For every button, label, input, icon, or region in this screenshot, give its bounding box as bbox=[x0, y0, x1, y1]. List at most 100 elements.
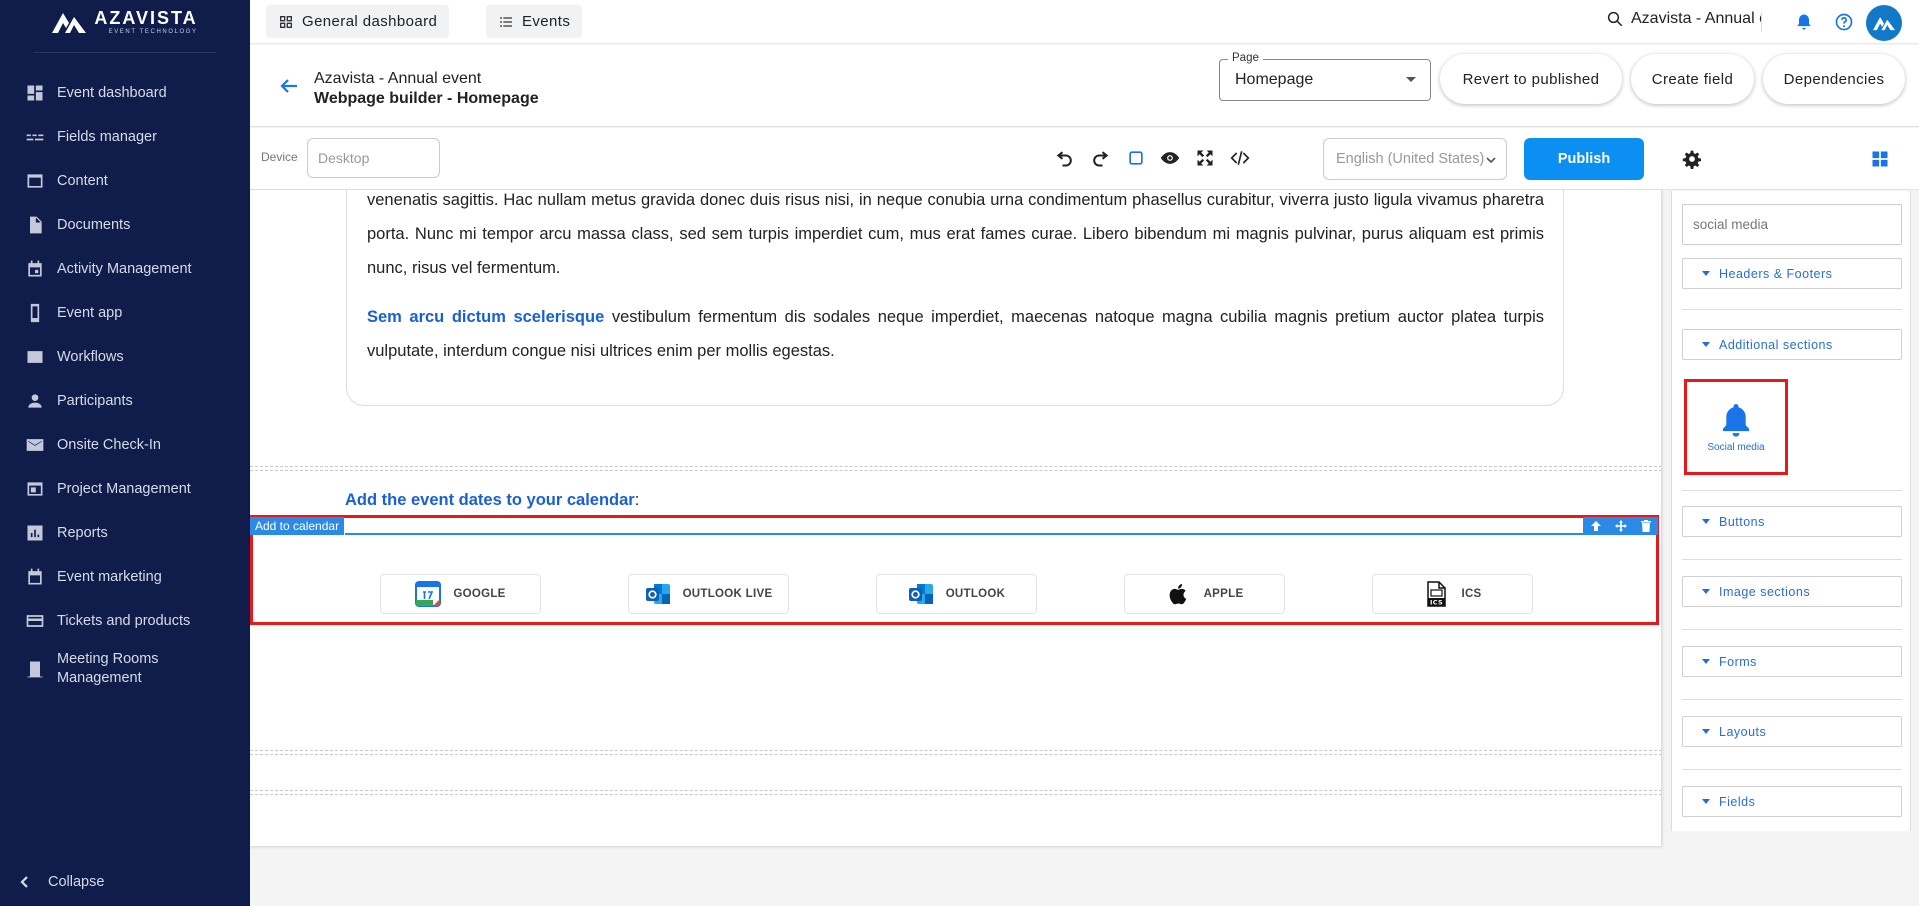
sidebar-item-project-management[interactable]: Project Management bbox=[0, 467, 250, 511]
user-avatar[interactable] bbox=[1866, 5, 1902, 41]
blocks-search-input[interactable] bbox=[1682, 204, 1902, 245]
apple-calendar-button[interactable]: APPLE bbox=[1124, 574, 1285, 614]
sidebar-item-meeting-rooms-management[interactable]: Meeting Rooms Management bbox=[0, 643, 250, 695]
undo-button[interactable] bbox=[1055, 148, 1075, 168]
highlighted-link-text[interactable]: Sem arcu dictum scelerisque bbox=[367, 308, 604, 326]
outlook-button[interactable]: OUTLOOK bbox=[876, 574, 1037, 614]
tab-events[interactable]: Events bbox=[486, 5, 583, 38]
sidebar-item-content[interactable]: Content bbox=[0, 159, 250, 203]
code-view-button[interactable] bbox=[1230, 148, 1250, 168]
collapse-sidebar-button[interactable]: Collapse bbox=[0, 858, 250, 906]
language-select[interactable]: English (United States) bbox=[1323, 138, 1507, 180]
sidebar-item-workflows[interactable]: Workflows bbox=[0, 335, 250, 379]
brand-logo[interactable]: AZAVISTA EVENT TECHNOLOGY bbox=[0, 0, 250, 44]
section-buttons[interactable]: Buttons bbox=[1682, 506, 1902, 537]
section-fields[interactable]: Fields bbox=[1682, 786, 1902, 817]
page-canvas[interactable]: venenatis sagittis. Hac nullam metus gra… bbox=[250, 190, 1662, 846]
sidebar-item-label: Onsite Check-In bbox=[57, 436, 161, 453]
settings-button[interactable] bbox=[1682, 149, 1702, 169]
builder-toolbar: Device English (United States) Publish bbox=[250, 128, 1919, 190]
create-field-button[interactable]: Create field bbox=[1631, 54, 1754, 104]
fullscreen-button[interactable] bbox=[1195, 148, 1215, 168]
dependencies-button[interactable]: Dependencies bbox=[1763, 54, 1905, 104]
calendar-button-label: GOOGLE bbox=[453, 588, 506, 600]
sidebar-item-label: Meeting Rooms Management bbox=[57, 651, 159, 686]
back-button[interactable] bbox=[280, 78, 298, 94]
trash-icon[interactable] bbox=[1640, 520, 1652, 532]
fields-icon bbox=[25, 127, 45, 147]
sidebar-item-label: Tickets and products bbox=[57, 612, 191, 629]
section-label: Layouts bbox=[1719, 724, 1767, 739]
calendar-button-label: APPLE bbox=[1203, 588, 1244, 600]
move-icon[interactable] bbox=[1614, 520, 1627, 532]
selected-block-tag[interactable]: Add to calendar bbox=[250, 517, 345, 535]
sidebar-item-label: Event app bbox=[57, 304, 123, 321]
blocks-panel-button[interactable] bbox=[1870, 149, 1890, 169]
sidebar-item-participants[interactable]: Participants bbox=[0, 379, 250, 423]
sidebar-item-onsite-check-in[interactable]: Onsite Check-In bbox=[0, 423, 250, 467]
calendar-icon bbox=[25, 567, 45, 587]
sidebar-item-label: Activity Management bbox=[57, 260, 192, 277]
arrow-up-icon[interactable] bbox=[1590, 520, 1602, 532]
sidebar-item-event-app[interactable]: Event app bbox=[0, 291, 250, 335]
sidebar-item-activity-management[interactable]: Activity Management bbox=[0, 247, 250, 291]
page-header: Azavista - Annual event Webpage builder … bbox=[250, 45, 1919, 127]
panel-divider bbox=[1682, 490, 1902, 491]
google-calendar-button[interactable]: GOOGLE bbox=[380, 574, 541, 614]
panel-divider bbox=[1682, 699, 1902, 700]
azavista-logo-icon bbox=[52, 13, 87, 33]
event-name: Azavista - Annual event bbox=[314, 70, 482, 87]
section-additional-sections[interactable]: Additional sections bbox=[1682, 329, 1902, 360]
collapse-label: Collapse bbox=[48, 874, 105, 890]
chevron-left-icon bbox=[20, 876, 28, 888]
show-borders-toggle[interactable] bbox=[1126, 148, 1146, 168]
outlook-live-button[interactable]: OUTLOOK LIVE bbox=[628, 574, 789, 614]
revert-to-published-button[interactable]: Revert to published bbox=[1440, 54, 1622, 104]
brand-name: AZAVISTA bbox=[94, 8, 198, 28]
sidebar-item-event-dashboard[interactable]: Event dashboard bbox=[0, 71, 250, 115]
preview-button[interactable] bbox=[1160, 148, 1180, 168]
paragraph[interactable]: Sem arcu dictum scelerisque vestibulum f… bbox=[367, 300, 1544, 368]
sidebar-item-event-marketing[interactable]: Event marketing bbox=[0, 555, 250, 599]
tab-general-dashboard[interactable]: General dashboard bbox=[266, 5, 450, 38]
person-icon bbox=[25, 391, 45, 411]
section-divider bbox=[250, 754, 1661, 755]
ics-download-button[interactable]: ICS ICS bbox=[1372, 574, 1533, 614]
section-layouts[interactable]: Layouts bbox=[1682, 716, 1902, 747]
sidebar-item-tickets-and-products[interactable]: Tickets and products bbox=[0, 599, 250, 643]
device-input[interactable] bbox=[307, 138, 440, 178]
sidebar-item-fields-manager[interactable]: Fields manager bbox=[0, 115, 250, 159]
section-headers-footers[interactable]: Headers & Footers bbox=[1682, 258, 1902, 289]
page-select[interactable]: Page Homepage bbox=[1219, 52, 1431, 101]
door-icon bbox=[25, 659, 45, 679]
square-outline-icon bbox=[1129, 151, 1143, 165]
global-search[interactable]: Azavista - Annual event bbox=[1606, 10, 1762, 28]
section-forms[interactable]: Forms bbox=[1682, 646, 1902, 677]
text-section[interactable]: venenatis sagittis. Hac nullam metus gra… bbox=[346, 190, 1564, 406]
card-icon bbox=[25, 611, 45, 631]
caret-down-icon bbox=[1702, 799, 1710, 804]
help-button[interactable] bbox=[1834, 12, 1854, 32]
section-image-sections[interactable]: Image sections bbox=[1682, 576, 1902, 607]
dashboard-icon bbox=[280, 15, 292, 28]
sidebar-item-label: Documents bbox=[57, 216, 131, 233]
gear-icon bbox=[1682, 150, 1701, 169]
panel-divider bbox=[1682, 629, 1902, 630]
sidebar: AZAVISTA EVENT TECHNOLOGY Event dashboar… bbox=[0, 0, 250, 906]
code-icon bbox=[1230, 151, 1250, 165]
redo-button[interactable] bbox=[1090, 148, 1110, 168]
bell-icon bbox=[1797, 14, 1811, 30]
paragraph[interactable]: venenatis sagittis. Hac nullam metus gra… bbox=[367, 190, 1544, 285]
sidebar-item-reports[interactable]: Reports bbox=[0, 511, 250, 555]
publish-button[interactable]: Publish bbox=[1524, 138, 1644, 180]
project-icon bbox=[25, 479, 45, 499]
svg-text:ICS: ICS bbox=[1431, 599, 1444, 607]
sidebar-divider bbox=[34, 52, 216, 53]
notifications-button[interactable] bbox=[1794, 12, 1814, 32]
social-media-block[interactable]: Social media bbox=[1684, 379, 1788, 475]
block-toolbar bbox=[1583, 517, 1658, 535]
sidebar-item-documents[interactable]: Documents bbox=[0, 203, 250, 247]
outlook-icon bbox=[908, 584, 933, 604]
section-label: Image sections bbox=[1719, 584, 1811, 599]
top-bar: General dashboard Events Azavista - Annu… bbox=[250, 0, 1919, 44]
